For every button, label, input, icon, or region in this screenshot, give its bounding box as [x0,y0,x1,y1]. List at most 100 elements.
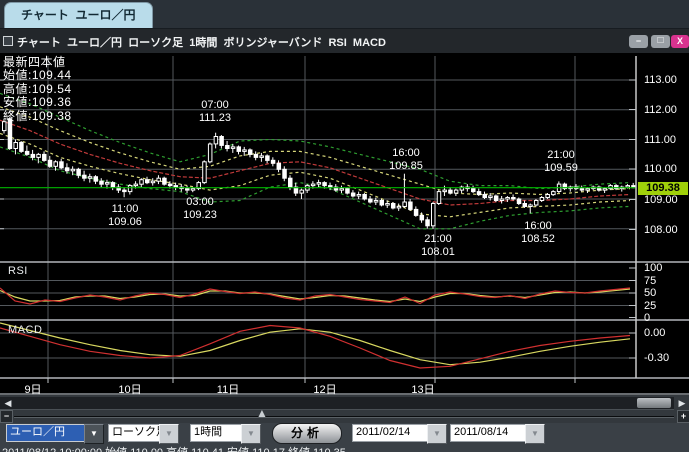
candle-body [546,195,550,198]
macd-panel-label: MACD [8,324,42,336]
y-axis-label: 0 [644,312,688,324]
ohlc-legend: 最新四本値 始値:109.44 高値:109.54 安値:109.36 終値:1… [3,56,72,123]
scrollbar-thumb[interactable] [637,398,671,408]
candle-body [100,181,104,184]
scroll-right-icon[interactable]: ▶ [676,397,688,409]
candle-body [77,169,81,175]
chart-type-arrow-icon[interactable]: ▼ [159,424,179,444]
y-axis-label: 112.00 [644,104,688,116]
candle-body [494,196,498,201]
candle-body [403,202,407,207]
candle-body [483,195,487,198]
candle-body [14,143,17,149]
candle-body [380,201,384,206]
candle-body [432,204,436,226]
rsi-panel-label: RSI [8,265,28,277]
legend-open: 始値:109.44 [3,69,72,82]
y-axis-label: 75 [644,275,688,287]
scroll-left-icon[interactable]: ◀ [2,397,14,409]
candle-body [168,184,172,186]
candle-body [266,156,270,161]
candle-body [386,204,390,206]
candle-body [105,183,109,185]
candle-body [323,183,327,186]
zoom-in-button[interactable]: + [677,410,689,423]
maximize-button[interactable]: □ [651,35,670,48]
candle-body [397,206,401,208]
candle-body [65,168,69,171]
candle-body [374,201,378,203]
y-axis-label: 50 [644,287,688,299]
candle-body [329,186,333,188]
annotation-time: 03:00 [183,196,217,209]
zoom-slider-thumb-icon[interactable]: ▲ [256,407,268,419]
candle-body [540,198,544,201]
candle-body [48,160,52,166]
candle-body [31,154,34,157]
annotation-time: 07:00 [199,99,231,112]
y-axis-label: 111.00 [644,134,688,146]
candle-body [626,186,630,188]
candle-body [54,162,58,167]
y-axis-label: -0.30 [644,352,688,364]
y-axis-label: 108.00 [644,224,688,236]
annotation-price: 108.52 [521,233,555,246]
candle-body [203,162,207,183]
analyze-button[interactable]: 分析 [272,423,342,444]
candle-body [529,205,533,207]
candle-body [449,190,453,193]
candle-body [477,192,481,195]
time-price-annotation: 07:00111.23 [199,99,231,124]
legend-close: 終値:109.38 [3,110,72,123]
candle-body [454,190,458,193]
candle-body [414,209,418,215]
candle-body [426,220,430,226]
annotation-time: 16:00 [521,220,555,233]
interval-arrow-icon[interactable]: ▼ [241,424,261,444]
candle-body [351,193,355,196]
candle-body [94,177,98,182]
candle-body [220,137,224,146]
chart-type-select[interactable]: ローソク足 [108,424,165,442]
candle-body [111,183,115,188]
annotation-price: 109.23 [183,209,217,222]
annotation-time: 21:00 [421,233,455,246]
close-button[interactable]: X [671,35,689,48]
candle-body [409,202,413,209]
date-to-arrow-icon[interactable]: ▼ [525,424,545,444]
candle-body [60,162,64,168]
candle-body [391,204,395,209]
time-price-annotation: 21:00108.01 [421,233,455,258]
date-from-arrow-icon[interactable]: ▼ [427,424,447,444]
pair-select[interactable]: ユーロ／円 [6,424,90,442]
candle-body [237,147,241,152]
interval-select[interactable]: 1時間 [190,424,247,442]
zoom-out-button[interactable]: − [0,410,13,423]
pair-select-arrow-icon[interactable]: ▼ [84,424,104,444]
tab-chart-eurjpy[interactable]: チャート ユーロ／円 [4,2,153,28]
horizontal-scrollbar-track[interactable] [0,397,674,410]
date-to-select[interactable]: 2011/08/14 [450,424,530,442]
candle-body [140,180,144,185]
y-axis-label: 109.00 [644,194,688,206]
annotation-price: 108.01 [421,246,455,259]
minimize-button[interactable]: − [629,35,648,48]
annotation-price: 109.59 [544,162,578,175]
candle-body [363,195,367,200]
date-from-select[interactable]: 2011/02/14 [352,424,432,442]
window-icon [3,36,13,46]
candle-body [43,154,47,160]
annotation-time: 16:00 [389,147,423,160]
chart-canvas [0,53,689,395]
annotation-time: 11:00 [108,203,142,216]
y-axis-label: 25 [644,300,688,312]
candle-body [186,189,190,191]
candle-body [340,189,344,191]
candle-body [580,189,584,191]
candle-body [191,189,195,191]
zoom-slider-groove[interactable] [14,416,674,418]
candle-body [523,204,527,207]
candle-body [214,137,218,144]
window-titlebar: チャート ユーロ／円 ローソク足 1時間 ボリンジャーバンド RSI MACD … [0,29,689,53]
candle-body [123,190,127,192]
